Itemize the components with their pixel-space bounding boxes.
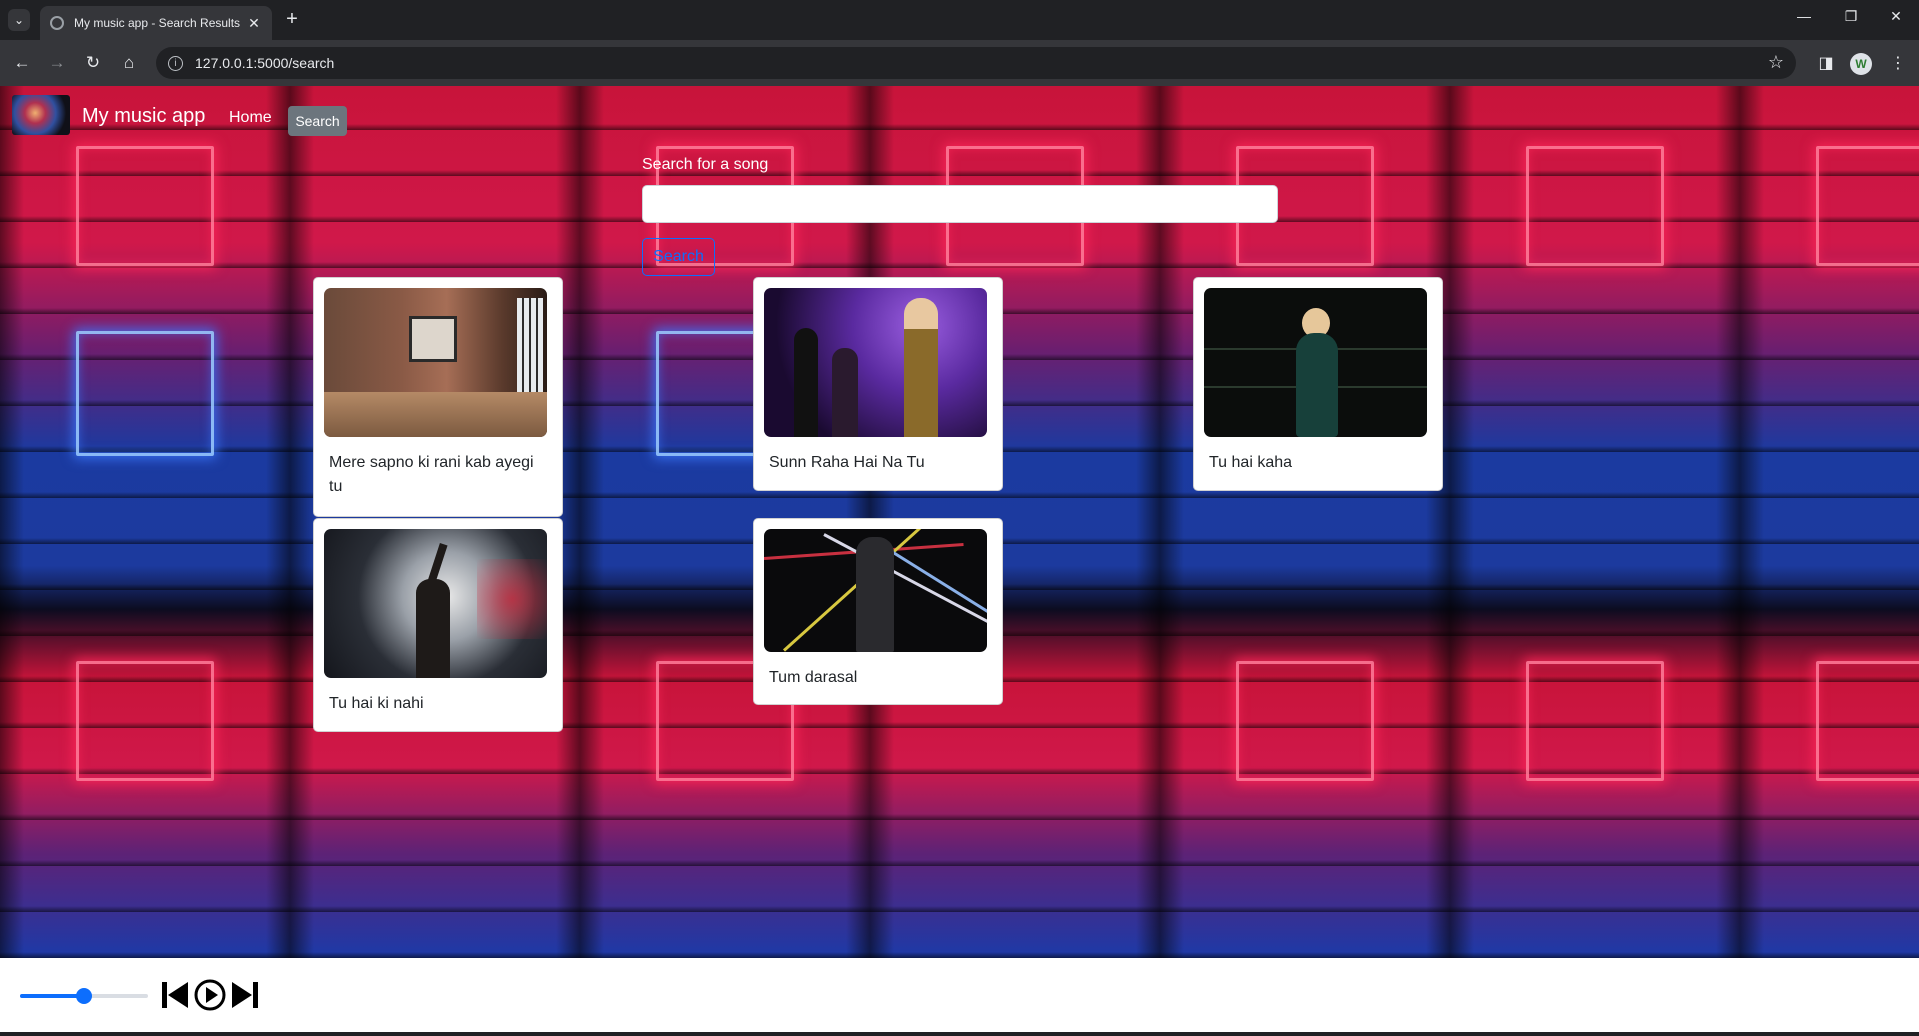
song-title: Sunn Raha Hai Na Tu [769,454,925,471]
song-title: Tu hai ki nahi [329,695,424,712]
song-thumbnail [764,288,987,437]
site-navbar: My music app Home Search [0,86,1919,142]
restore-icon[interactable]: ❐ [1839,8,1863,25]
thumb-detail [416,579,450,678]
side-panel-icon[interactable]: ◨ [1814,51,1838,75]
menu-kebab-icon[interactable]: ⋮ [1886,51,1910,75]
tab-search-icon[interactable]: ⌄ [8,9,30,31]
thumb-detail [409,316,457,362]
neon-frame [76,146,214,266]
reload-icon[interactable]: ↻ [81,51,105,75]
thumb-detail [794,328,818,437]
back-icon[interactable]: ← [10,51,34,75]
song-card[interactable]: Mere sapno ki rani kab ayegi tu [313,277,563,517]
thumb-detail [1296,333,1338,437]
song-card[interactable]: Tum darasal [753,518,1003,705]
nav-link-search[interactable]: Search [288,106,347,136]
song-card[interactable]: Tu hai ki nahi [313,518,563,732]
song-title: Tu hai kaha [1209,454,1293,471]
globe-icon [50,16,64,30]
profile-avatar[interactable]: W [1850,53,1872,75]
neon-frame [76,661,214,781]
browser-tab[interactable]: My music app - Search Results ✕ [40,6,272,40]
nav-link-home[interactable]: Home [229,109,272,127]
neon-frame [1816,661,1919,781]
bookmark-star-icon[interactable]: ☆ [1768,52,1784,73]
neon-frame [1236,661,1374,781]
song-thumbnail [324,288,547,437]
forward-icon[interactable]: → [45,51,69,75]
thumb-detail [856,537,894,652]
volume-slider[interactable] [20,988,148,1004]
thumb-detail [324,392,547,437]
browser-toolbar: ← → ↻ ⌂ i 127.0.0.1:5000/search ☆ ◨ W ⋮ [0,40,1919,86]
song-thumbnail [324,529,547,678]
previous-track-icon[interactable] [160,978,190,1012]
volume-slider-handle[interactable] [76,988,92,1004]
minimize-icon[interactable]: — [1792,8,1816,24]
search-submit-button[interactable]: Search [642,238,715,276]
song-title: Tum darasal [769,669,858,686]
song-card[interactable]: Tu hai kaha [1193,277,1443,491]
window-bottom-edge [0,1032,1919,1036]
search-input[interactable] [642,185,1278,223]
brand-name[interactable]: My music app [82,105,205,128]
site-info-icon[interactable]: i [168,55,183,71]
close-window-icon[interactable]: ✕ [1884,8,1908,25]
page-viewport: My music app Home Search Search for a so… [0,86,1919,958]
song-card[interactable]: Sunn Raha Hai Na Tu [753,277,1003,491]
thumb-detail [832,348,858,437]
tab-title: My music app - Search Results [74,16,241,30]
next-track-icon[interactable] [230,978,260,1012]
url-text: 127.0.0.1:5000/search [195,55,335,71]
thumb-detail [904,298,938,437]
close-tab-icon[interactable]: ✕ [246,15,262,32]
search-label: Search for a song [642,156,769,173]
volume-slider-fill [20,994,84,998]
play-icon[interactable] [193,978,227,1012]
song-thumbnail [1204,288,1427,437]
brand-logo[interactable] [12,95,70,135]
home-icon[interactable]: ⌂ [117,51,141,75]
thumb-detail [477,559,547,639]
browser-tab-strip: ⌄ My music app - Search Results ✕ + — ❐ … [0,0,1919,40]
neon-frame [1526,661,1664,781]
neon-frame [76,331,214,456]
new-tab-icon[interactable]: + [282,8,302,31]
neon-frame [1816,146,1919,266]
song-title: Mere sapno ki rani kab ayegi tu [329,454,534,495]
address-bar[interactable]: i 127.0.0.1:5000/search ☆ [156,47,1796,79]
music-player-bar [0,958,1919,1032]
neon-frame [1526,146,1664,266]
thumb-detail [517,298,543,398]
song-thumbnail [764,529,987,652]
